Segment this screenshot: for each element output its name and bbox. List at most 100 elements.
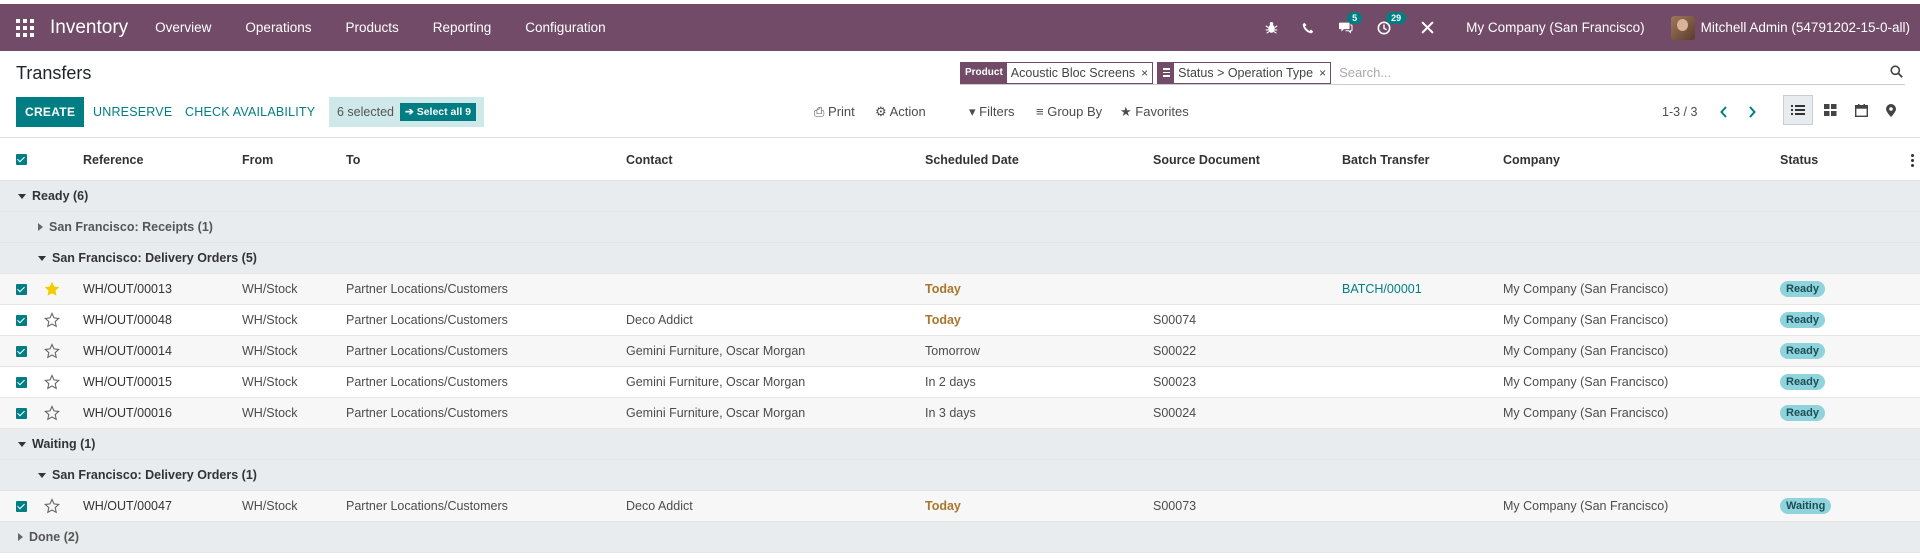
group-row-sf-delivery-waiting[interactable]: San Francisco: Delivery Orders (1) [0,460,1920,491]
group-name: Done (2) [29,530,79,544]
menu-products[interactable]: Products [328,2,415,53]
pager-next-button[interactable] [1740,97,1764,127]
unreserve-button[interactable]: UNRESERVE [93,97,172,127]
select-all-button[interactable]: ➔ Select all 9 [399,103,476,121]
table-row[interactable]: WH/OUT/00013 WH/Stock Partner Locations/… [0,274,1920,305]
row-checkbox[interactable] [16,314,27,326]
column-header-company[interactable]: Company [1503,139,1560,180]
column-header-contact[interactable]: Contact [626,139,673,180]
column-header-to[interactable]: To [346,139,360,180]
cell-company: My Company (San Francisco) [1503,282,1669,296]
group-name: Waiting (1) [32,437,96,451]
create-button[interactable]: CREATE [16,97,85,127]
cell-scheduled-date: In 2 days [925,375,976,389]
status-badge: Ready [1780,405,1826,421]
company-switcher[interactable]: My Company (San Francisco) [1466,20,1645,35]
menu-operations[interactable]: Operations [228,2,328,53]
row-checkbox[interactable] [16,376,27,388]
page-title[interactable]: Transfers [16,63,91,84]
group-label: Waiting (1) [18,437,95,451]
star-outline-icon[interactable] [44,343,60,359]
column-header-status[interactable]: Status [1780,139,1818,180]
user-menu[interactable]: Mitchell Admin (54791202-15-0-all) [1670,15,1910,40]
column-header-source-document[interactable]: Source Document [1153,139,1260,180]
group-label: Done (2) [18,530,79,544]
cell-to: Partner Locations/Customers [346,282,508,296]
apps-menu-icon[interactable] [16,18,34,37]
map-marker-icon [1886,103,1896,117]
activities-clock-icon[interactable]: 29 [1377,11,1407,35]
bug-icon[interactable] [1265,21,1278,34]
table-row[interactable]: WH/OUT/00015 WH/Stock Partner Locations/… [0,367,1920,398]
group-row-done[interactable]: Done (2) [0,522,1920,553]
menu-configuration[interactable]: Configuration [508,2,622,53]
table-row[interactable]: WH/OUT/00016 WH/Stock Partner Locations/… [0,398,1920,429]
group-by-button[interactable]: ≡ Group By [1036,97,1102,127]
kanban-view-button[interactable] [1815,95,1845,125]
list-view-button[interactable] [1783,95,1813,125]
row-checkbox[interactable] [16,345,27,357]
group-row-sf-receipts[interactable]: San Francisco: Receipts (1) [0,212,1920,243]
column-header-reference[interactable]: Reference [83,139,143,180]
pager-value[interactable]: 1-3 / 3 [1662,97,1697,127]
cell-scheduled-date: Tomorrow [925,344,980,358]
menu-reporting[interactable]: Reporting [416,2,509,53]
cell-to: Partner Locations/Customers [346,499,508,513]
search-icon[interactable] [1890,65,1903,81]
cell-from: WH/Stock [242,344,298,358]
row-checkbox[interactable] [16,407,27,419]
cell-reference: WH/OUT/00015 [83,375,172,389]
group-row-ready[interactable]: Ready (6) [0,181,1920,212]
cell-batch-transfer-link[interactable]: BATCH/00001 [1342,274,1422,304]
select-all-checkbox[interactable] [16,154,27,165]
favorites-button[interactable]: ★ Favorites [1120,97,1189,127]
kanban-icon [1823,104,1836,116]
row-checkbox[interactable] [16,500,27,512]
star-outline-icon[interactable] [44,374,60,390]
menu-overview[interactable]: Overview [138,2,228,53]
app-name[interactable]: Inventory [50,17,128,39]
status-badge: Waiting [1780,498,1832,514]
pager-previous-button[interactable] [1712,97,1736,127]
chevron-left-icon [1720,106,1727,118]
facet-remove-icon[interactable]: × [1139,63,1152,83]
filters-button[interactable]: ▾ Filters [969,97,1015,127]
star-outline-icon[interactable] [44,498,60,514]
table-row[interactable]: WH/OUT/00048 WH/Stock Partner Locations/… [0,305,1920,336]
tools-icon[interactable] [1421,21,1434,34]
cell-to: Partner Locations/Customers [346,375,508,389]
groupby-list-icon [1158,62,1175,83]
caret-right-icon [38,223,43,231]
cell-to: Partner Locations/Customers [346,313,508,327]
row-checkbox[interactable] [16,283,27,295]
search-input[interactable] [1335,65,1905,80]
column-header-from[interactable]: From [242,139,273,180]
status-badge: Ready [1780,281,1826,297]
check-availability-button[interactable]: CHECK AVAILABILITY [185,97,315,127]
column-header-batch-transfer[interactable]: Batch Transfer [1342,139,1430,180]
group-row-waiting[interactable]: Waiting (1) [0,429,1920,460]
calendar-view-button[interactable] [1846,95,1876,125]
action-button[interactable]: ⚙ Action [875,97,926,127]
map-view-button[interactable] [1876,95,1906,125]
status-badge: Ready [1780,312,1826,328]
print-button[interactable]: ⎙ Print [814,97,855,127]
table-row[interactable]: WH/OUT/00047 WH/Stock Partner Locations/… [0,491,1920,522]
caret-down-icon [38,255,46,261]
optional-columns-kebab-icon[interactable] [1911,154,1914,167]
group-row-sf-delivery-ready[interactable]: San Francisco: Delivery Orders (5) [0,243,1920,274]
star-outline-icon[interactable] [44,405,60,421]
group-name: San Francisco: Receipts (1) [49,220,213,234]
cell-source-document: S00023 [1153,375,1197,389]
search-facet-product: Product Acoustic Bloc Screens × [960,61,1154,84]
messages-icon[interactable]: 5 [1338,12,1363,34]
cell-contact: Gemini Furniture, Oscar Morgan [626,375,806,389]
facet-remove-icon[interactable]: × [1317,63,1330,83]
star-outline-icon[interactable] [44,312,60,328]
star-icon: ★ [1120,104,1132,119]
phone-icon[interactable] [1302,22,1314,34]
table-row[interactable]: WH/OUT/00014 WH/Stock Partner Locations/… [0,336,1920,367]
cell-source-document: S00073 [1153,499,1197,513]
star-filled-icon[interactable] [44,281,60,297]
column-header-scheduled-date[interactable]: Scheduled Date [925,139,1019,180]
